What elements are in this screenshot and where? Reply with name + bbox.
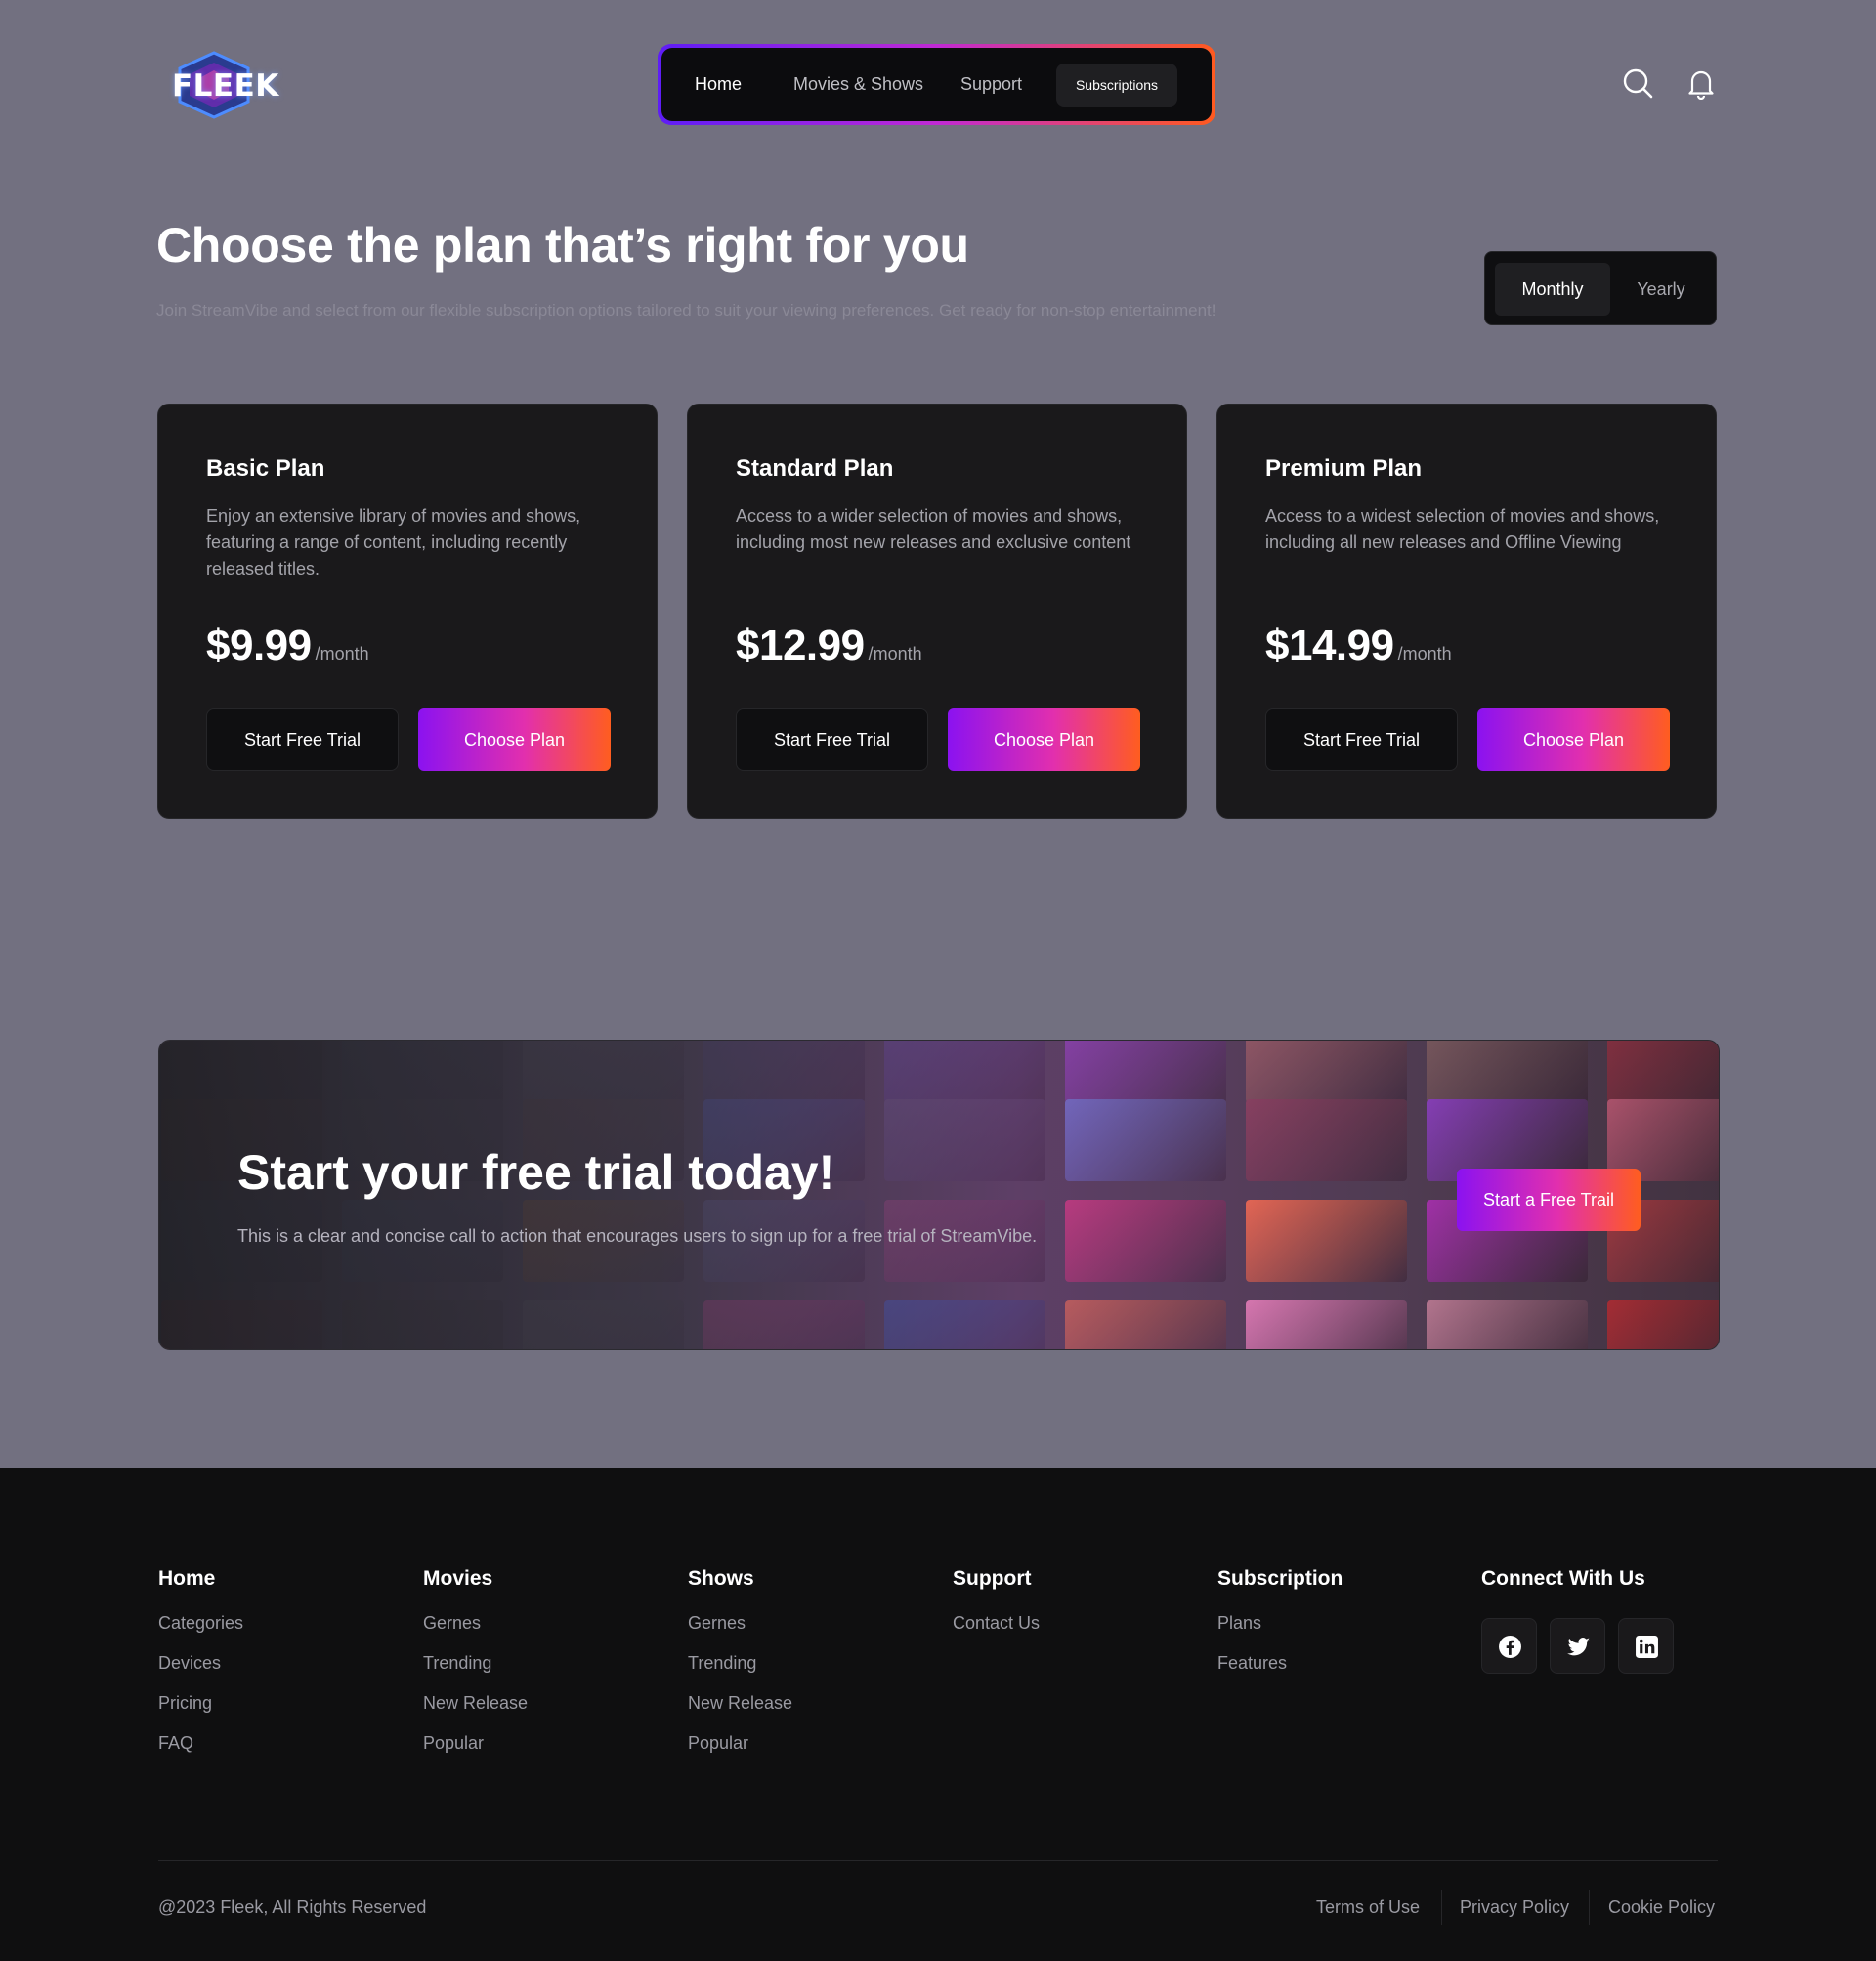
footer-heading: Subscription [1217, 1567, 1343, 1590]
footer-link[interactable]: Contact Us [953, 1612, 1040, 1652]
legal-separator [1589, 1890, 1590, 1925]
start-free-trial-button[interactable]: Start Free Trial [206, 708, 399, 771]
footer-link[interactable]: Gernes [423, 1612, 528, 1652]
footer-col-movies: Movies Gernes Trending New Release Popul… [423, 1567, 528, 1772]
footer-heading: Support [953, 1567, 1032, 1590]
search-icon[interactable] [1621, 66, 1654, 100]
footer-link[interactable]: Popular [688, 1732, 792, 1772]
footer-col-support: Support Contact Us [953, 1567, 1040, 1652]
fleek-logo[interactable]: FLEEK [166, 51, 279, 119]
plan-price: $14.99/month [1265, 621, 1452, 670]
choose-plan-button[interactable]: Choose Plan [948, 708, 1140, 771]
site-header: FLEEK Home Movies & Shows Support Subscr… [0, 0, 1876, 171]
banner-subtitle: This is a clear and concise call to acti… [237, 1226, 1038, 1246]
footer-link[interactable]: Trending [423, 1652, 528, 1692]
banner-title: Start your free trial today! [237, 1145, 835, 1200]
terms-of-use-link[interactable]: Terms of Use [1316, 1897, 1420, 1918]
footer-col-subscription: Subscription Plans Features [1217, 1567, 1343, 1692]
footer-link[interactable]: Popular [423, 1732, 528, 1772]
footer-link[interactable]: New Release [688, 1692, 792, 1732]
price-period: /month [315, 644, 369, 663]
logo-text: FLEEK [172, 68, 279, 104]
footer-col-home: Home Categories Devices Pricing FAQ [158, 1567, 243, 1772]
start-free-trial-button[interactable]: Start Free Trial [736, 708, 928, 771]
nav-home[interactable]: Home [695, 48, 742, 121]
footer-heading: Connect With Us [1481, 1567, 1645, 1590]
start-free-trial-button[interactable]: Start Free Trial [1265, 708, 1458, 771]
footer-link[interactable]: Devices [158, 1652, 243, 1692]
twitter-icon[interactable] [1550, 1618, 1605, 1674]
plan-name: Standard Plan [736, 455, 894, 482]
free-trial-banner: Start your free trial today! This is a c… [158, 1040, 1720, 1350]
copyright-text: @2023 Fleek, All Rights Reserved [158, 1897, 427, 1917]
price-amount: $9.99 [206, 621, 312, 669]
nav-movies-shows[interactable]: Movies & Shows [793, 48, 923, 121]
choose-plan-button[interactable]: Choose Plan [1477, 708, 1670, 771]
plan-name: Premium Plan [1265, 455, 1423, 482]
nav-support[interactable]: Support [960, 48, 1022, 121]
footer-link[interactable]: New Release [423, 1692, 528, 1732]
price-amount: $14.99 [1265, 621, 1394, 669]
cookie-policy-link[interactable]: Cookie Policy [1608, 1897, 1715, 1918]
footer-heading: Movies [423, 1567, 493, 1590]
footer-heading: Home [158, 1567, 216, 1590]
nav-bar: Home Movies & Shows Support Subscription… [661, 48, 1212, 121]
footer-col-shows: Shows Gernes Trending New Release Popula… [688, 1567, 792, 1772]
privacy-policy-link[interactable]: Privacy Policy [1460, 1897, 1569, 1918]
footer-link[interactable]: Trending [688, 1652, 792, 1692]
choose-plan-button[interactable]: Choose Plan [418, 708, 611, 771]
plan-description: Access to a widest selection of movies a… [1265, 506, 1660, 552]
price-period: /month [1397, 644, 1452, 663]
legal-separator [1441, 1890, 1442, 1925]
footer-link[interactable]: Plans [1217, 1612, 1343, 1652]
plan-card-premium: Premium Plan Access to a widest selectio… [1216, 404, 1717, 819]
plan-card-standard: Standard Plan Access to a wider selectio… [687, 404, 1187, 819]
price-amount: $12.99 [736, 621, 865, 669]
footer-link[interactable]: Gernes [688, 1612, 792, 1652]
bell-icon[interactable] [1684, 66, 1718, 100]
toggle-monthly[interactable]: Monthly [1495, 263, 1610, 316]
footer-link[interactable]: Categories [158, 1612, 243, 1652]
toggle-yearly[interactable]: Yearly [1614, 263, 1708, 316]
plan-description: Enjoy an extensive library of movies and… [206, 506, 581, 578]
plan-price: $9.99/month [206, 621, 369, 670]
billing-toggle: Monthly Yearly [1484, 251, 1717, 325]
start-free-trail-button[interactable]: Start a Free Trail [1457, 1169, 1641, 1231]
footer-link[interactable]: Pricing [158, 1692, 243, 1732]
plan-card-basic: Basic Plan Enjoy an extensive library of… [157, 404, 658, 819]
footer-link[interactable]: Features [1217, 1652, 1343, 1692]
footer-col-connect: Connect With Us [1481, 1567, 1645, 1612]
facebook-icon[interactable] [1481, 1618, 1537, 1674]
footer-divider [158, 1860, 1718, 1861]
plan-name: Basic Plan [206, 455, 325, 482]
nav-subscriptions[interactable]: Subscriptions [1056, 64, 1177, 107]
main-nav: Home Movies & Shows Support Subscription… [658, 44, 1215, 125]
plan-price: $12.99/month [736, 621, 922, 670]
page-subtitle: Join StreamVibe and select from our flex… [156, 301, 1216, 320]
page-title: Choose the plan that’s right for you [156, 218, 969, 273]
footer-heading: Shows [688, 1567, 754, 1590]
price-period: /month [868, 644, 922, 663]
plan-description: Access to a wider selection of movies an… [736, 506, 1131, 552]
linkedin-icon[interactable] [1618, 1618, 1674, 1674]
footer-link[interactable]: FAQ [158, 1732, 243, 1772]
site-footer: Home Categories Devices Pricing FAQ Movi… [0, 1468, 1876, 1961]
